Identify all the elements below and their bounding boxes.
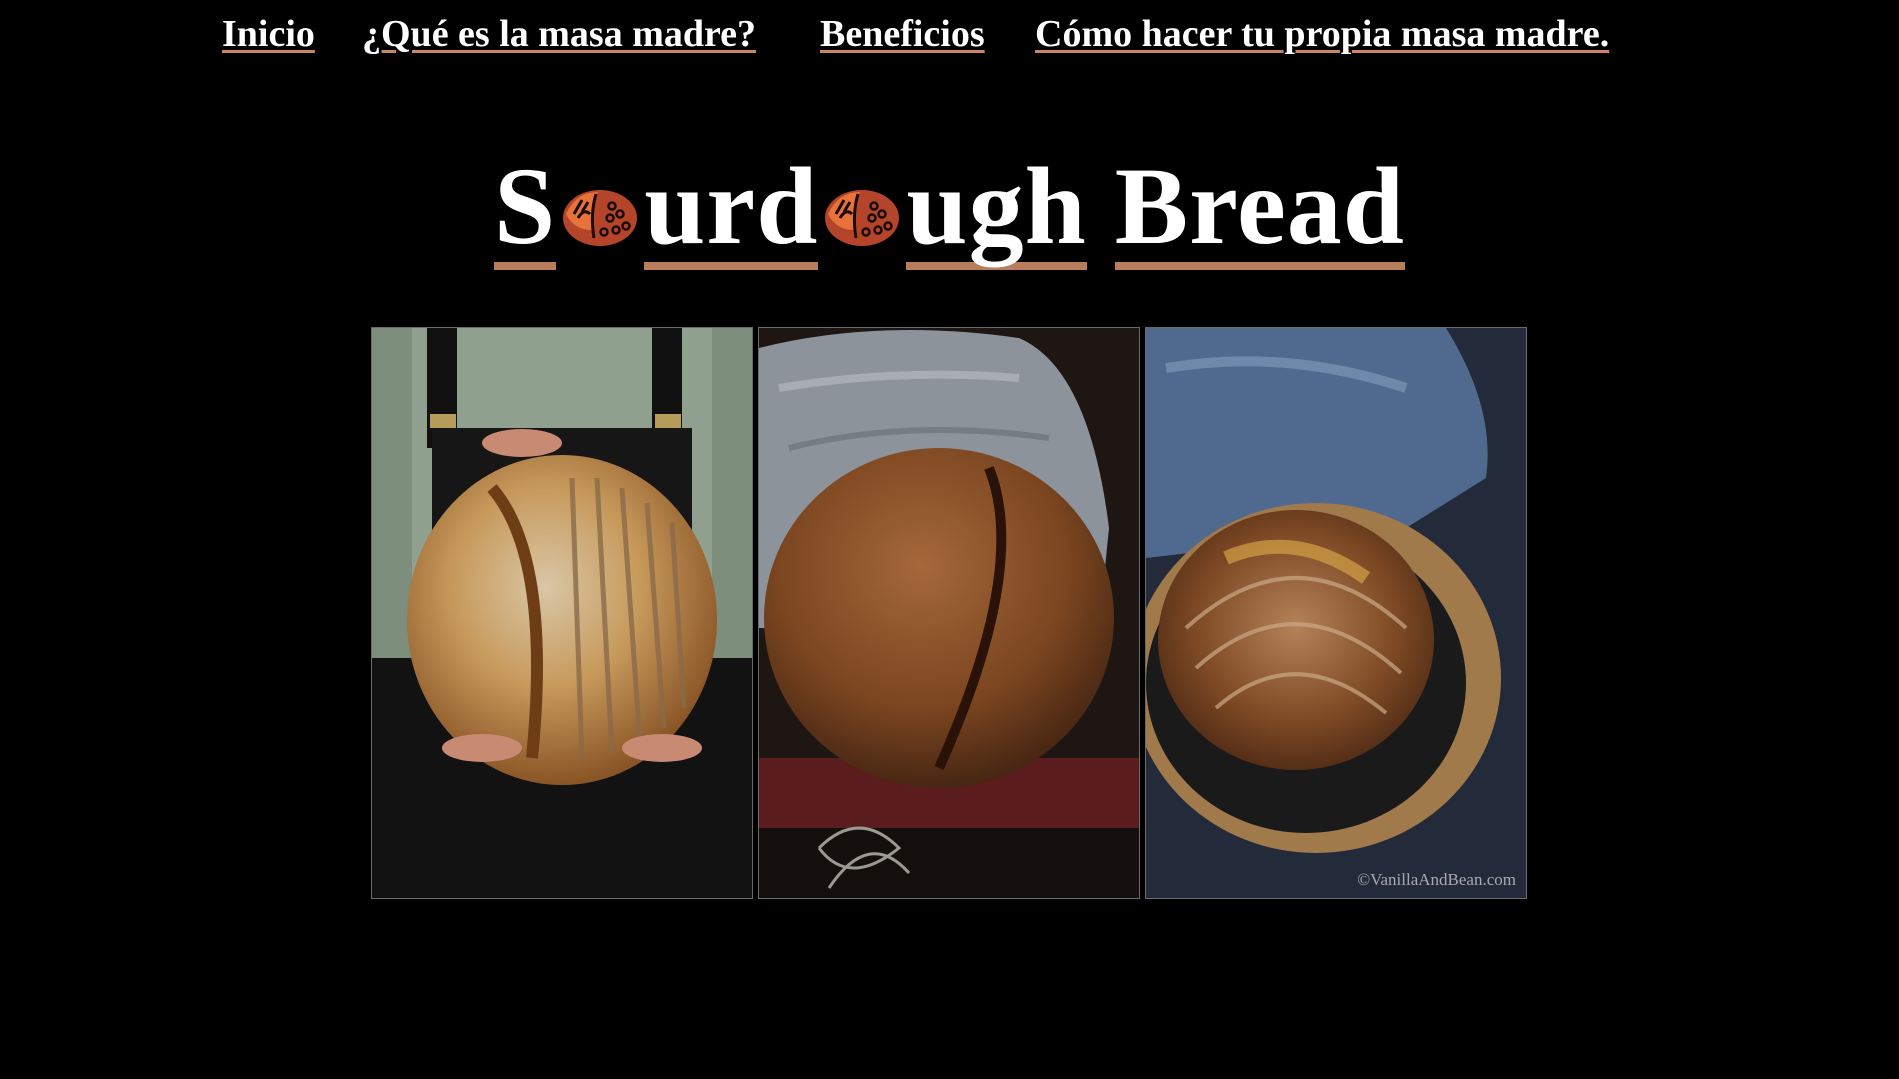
page-title: S urd ugh Bread [0,150,1899,270]
bread-in-parchment-pan-image: ©VanillaAndBean.com [1145,327,1527,899]
bread-on-cloth-image [758,327,1140,899]
title-part-bread: Bread [1114,151,1405,270]
nav-link-beneficios[interactable]: Beneficios [820,12,985,56]
bread-loaf-icon [822,184,902,256]
title-link[interactable]: S urd ugh Bread [494,151,1405,270]
bread-gallery: ©VanillaAndBean.com [371,327,1528,899]
bread-loaf-icon [560,184,640,256]
bread-held-in-hands-image [371,327,753,899]
nav-link-inicio[interactable]: Inicio [222,12,315,56]
main-navigation: Inicio ¿Qué es la masa madre? Beneficios… [0,12,1899,62]
title-part-s: S [494,151,557,270]
nav-link-como-hacer-masa-madre[interactable]: Cómo hacer tu propia masa madre. [1035,12,1609,56]
photo-watermark: ©VanillaAndBean.com [1357,870,1516,889]
title-part-ugh: ugh [906,151,1087,270]
title-part-urd: urd [644,151,819,270]
nav-link-que-es-masa-madre[interactable]: ¿Qué es la masa madre? [362,12,756,56]
